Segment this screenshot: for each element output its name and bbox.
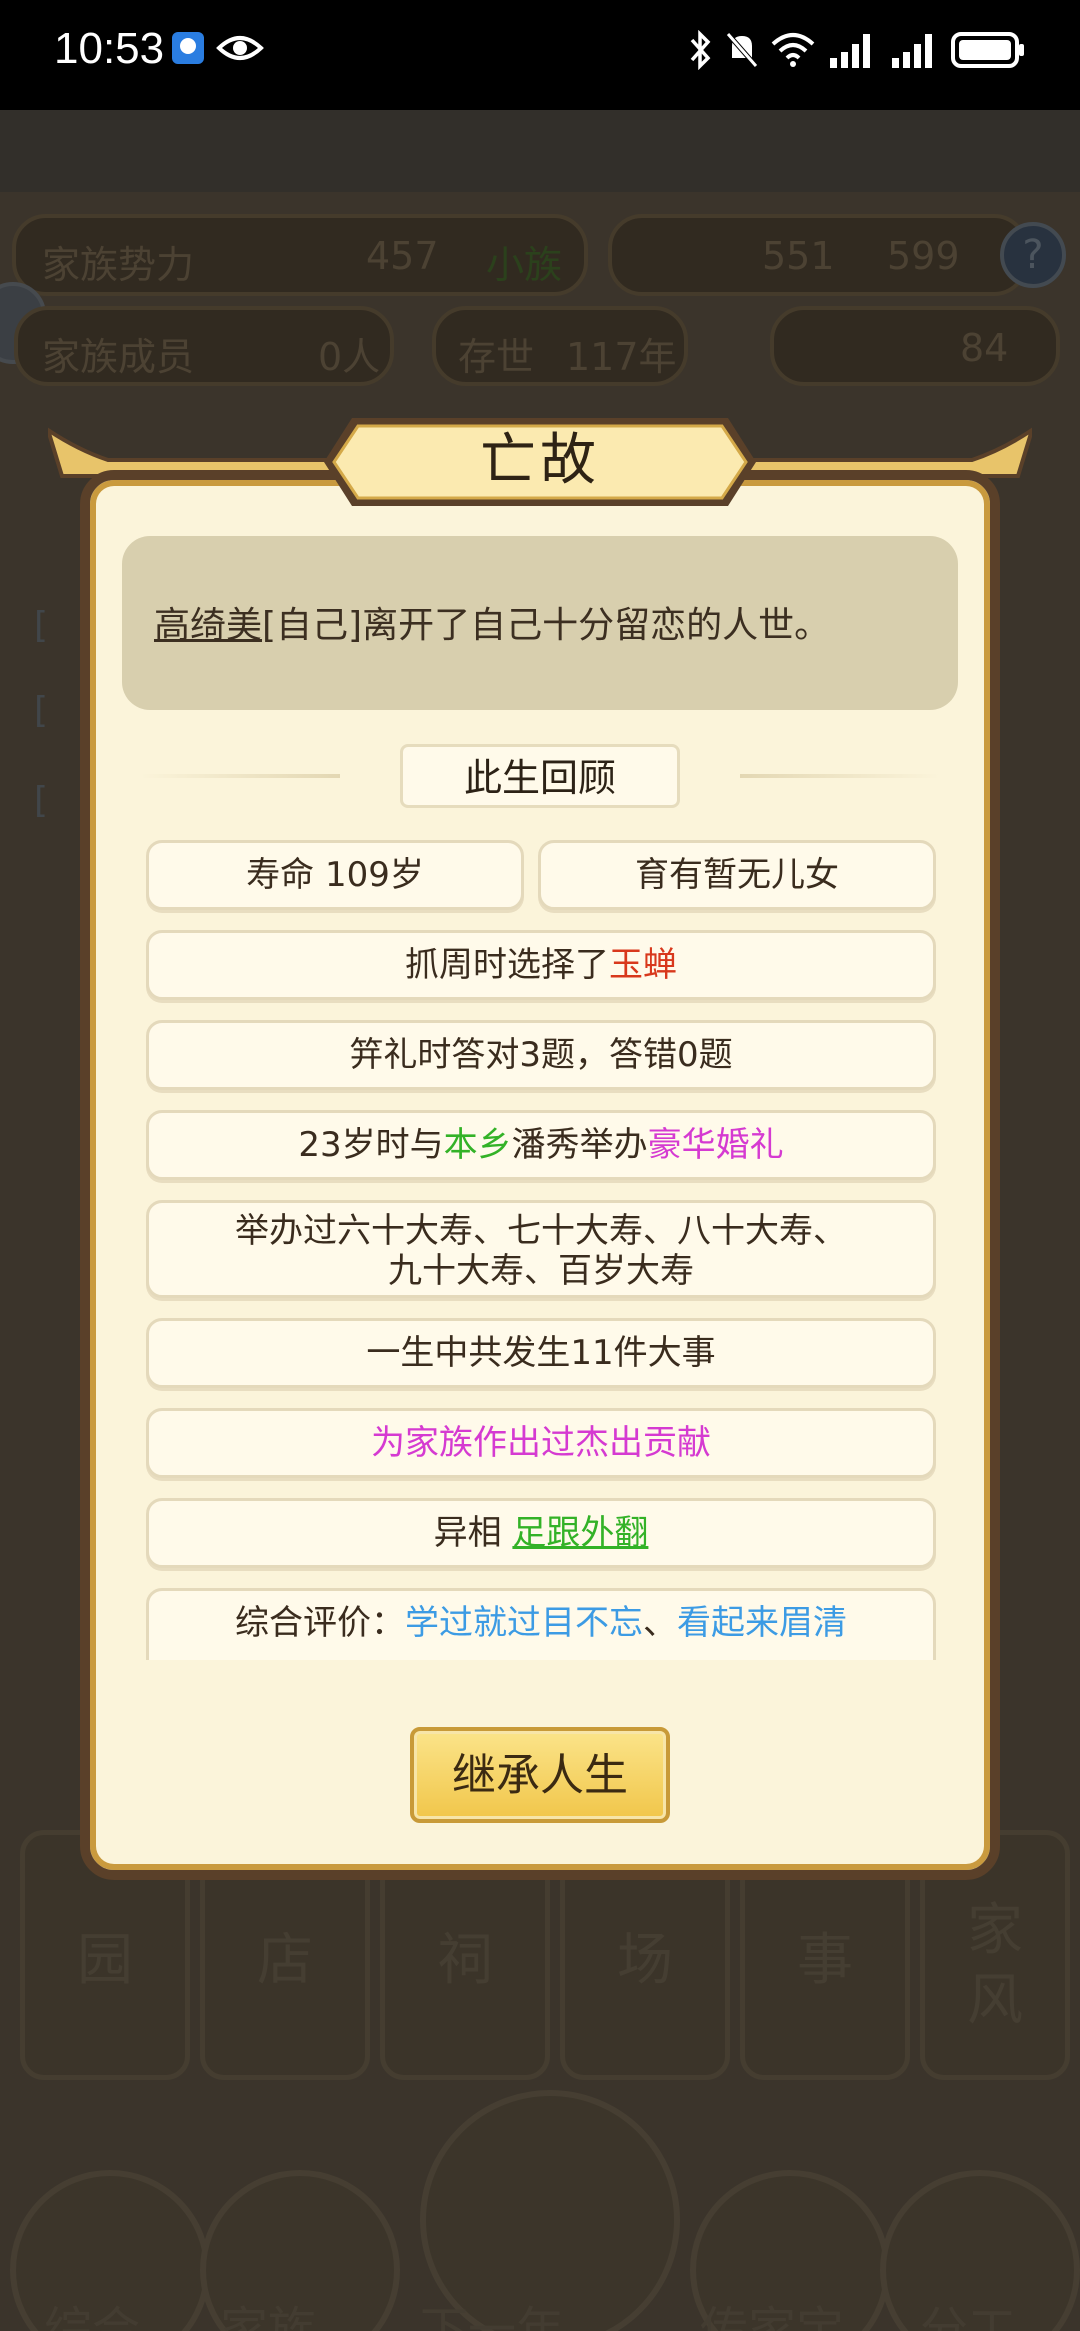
death-message: 高绮美[自己]离开了自己十分留恋的人世。 [154, 596, 830, 648]
signal-icon-2 [892, 34, 932, 68]
events-card: 一生中共发生11件大事 [146, 1318, 936, 1388]
life-review-title: 此生回顾 [463, 756, 616, 800]
trait-card: 异相 足跟外翻 [146, 1498, 936, 1568]
birthday-line-2: 九十大寿、百岁大寿 [388, 1251, 694, 1291]
zhuazhou-item: 玉蝉 [609, 945, 677, 985]
wifi-icon [771, 33, 815, 67]
divider [140, 774, 340, 778]
eval-trait-a[interactable]: 学过就过目不忘 [405, 1603, 643, 1643]
lifespan-text: 寿命 109岁 [246, 855, 424, 895]
death-message-text: [自己]离开了自己十分留恋的人世。 [262, 605, 831, 646]
contribution-text: 为家族作出过杰出贡献 [371, 1423, 711, 1463]
wedding-type: 豪华婚礼 [647, 1125, 784, 1165]
app-notification-icon [172, 32, 204, 64]
events-text: 一生中共发生11件大事 [366, 1333, 716, 1373]
life-review-tag: 此生回顾 [400, 744, 680, 808]
bluetooth-icon [690, 30, 711, 70]
evaluation-card: 综合评价：学过就过目不忘、看起来眉清 [146, 1588, 936, 1660]
jili-text: 笄礼时答对3题，答错0题 [349, 1035, 733, 1075]
eye-icon [216, 36, 264, 60]
birthday-card: 举办过六十大寿、七十大寿、八十大寿、 九十大寿、百岁大寿 [146, 1200, 936, 1298]
status-time: 10:53 [54, 24, 165, 73]
eval-prefix: 综合评价： [235, 1603, 405, 1643]
dialog-title: 亡故 [480, 428, 600, 493]
jili-card: 笄礼时答对3题，答错0题 [146, 1020, 936, 1090]
children-text: 育有暂无儿女 [635, 855, 839, 895]
mute-icon [726, 32, 758, 68]
death-message-box: 高绮美[自己]离开了自己十分留恋的人世。 [122, 536, 958, 710]
contribution-card: 为家族作出过杰出贡献 [146, 1408, 936, 1478]
trait-link[interactable]: 足跟外翻 [512, 1513, 648, 1553]
wedding-prefix: 23岁时与 [298, 1125, 444, 1165]
zhuazhou-prefix: 抓周时选择了 [405, 945, 609, 985]
status-bar: 10:53 [0, 0, 1080, 110]
life-review-header: 此生回顾 [140, 744, 940, 808]
deceased-name[interactable]: 高绮美 [154, 605, 262, 646]
wedding-place: 本乡 [443, 1125, 512, 1165]
eval-trait-b[interactable]: 看起来眉清 [677, 1603, 847, 1643]
signal-icon [830, 34, 870, 68]
wedding-mid: 潘秀举办 [511, 1125, 648, 1165]
zhuazhou-card: 抓周时选择了玉蝉 [146, 930, 936, 1000]
birthday-line-1: 举办过六十大寿、七十大寿、八十大寿、 [235, 1211, 847, 1251]
wedding-card: 23岁时与本乡潘秀举办豪华婚礼 [146, 1110, 936, 1180]
battery-icon [951, 32, 1024, 68]
life-review-list[interactable]: 寿命 109岁 育有暂无儿女 抓周时选择了玉蝉 笄礼时答对3题，答错0题 23岁… [146, 840, 936, 1660]
inherit-life-button[interactable]: 继承人生 [410, 1727, 670, 1823]
divider [740, 774, 940, 778]
eval-separator: 、 [643, 1603, 677, 1643]
children-card: 育有暂无儿女 [538, 840, 936, 910]
trait-prefix: 异相 [433, 1513, 513, 1553]
inherit-life-label: 继承人生 [452, 1750, 628, 1801]
lifespan-card: 寿命 109岁 [146, 840, 524, 910]
